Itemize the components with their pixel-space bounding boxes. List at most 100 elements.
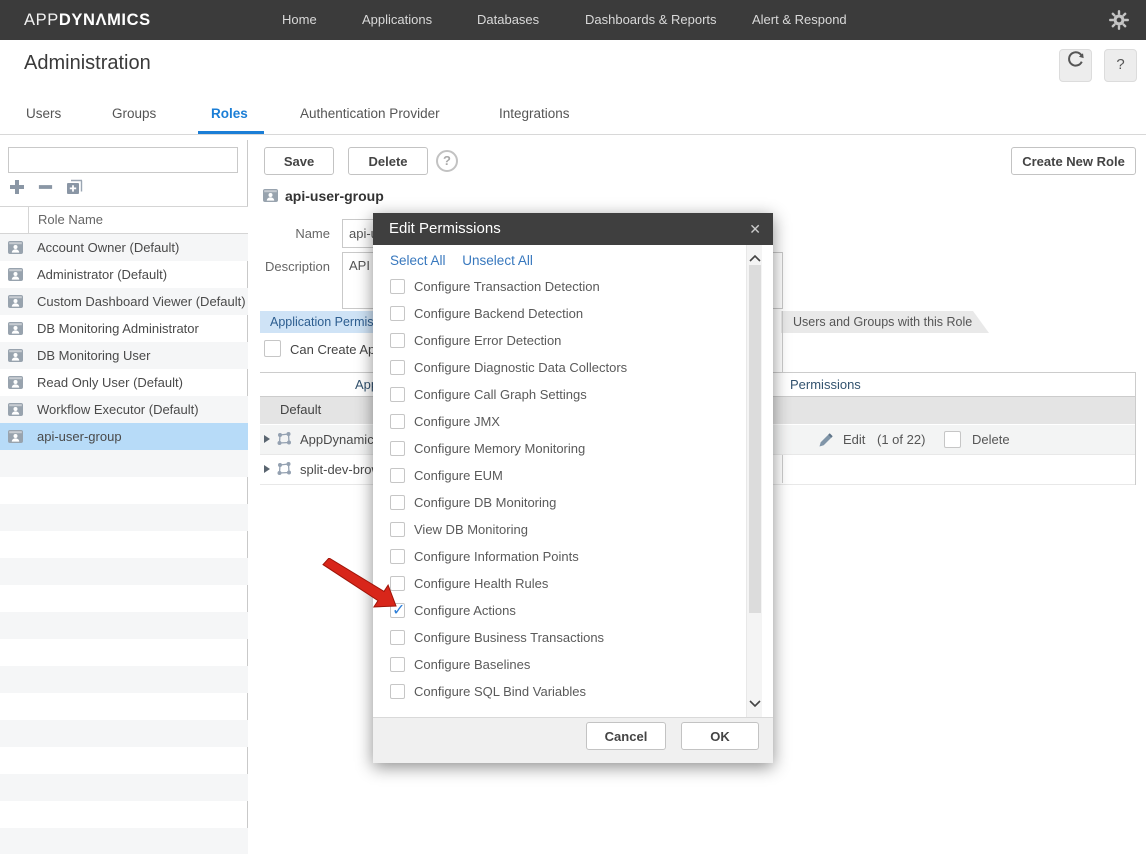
permission-checkbox[interactable] xyxy=(390,333,405,348)
permission-checkbox[interactable] xyxy=(390,468,405,483)
permission-row[interactable]: Configure Business Transactions xyxy=(390,624,710,651)
permission-checkbox[interactable] xyxy=(390,306,405,321)
modal-scrollbar[interactable] xyxy=(746,245,762,718)
remove-role-icon[interactable] xyxy=(37,178,54,196)
delete-button[interactable]: Delete xyxy=(348,147,428,175)
nav-home[interactable]: Home xyxy=(282,0,317,40)
permission-row[interactable]: Configure DB Monitoring xyxy=(390,489,710,516)
role-name: api-user-group xyxy=(37,429,122,444)
edit-pencil-icon[interactable] xyxy=(818,432,834,451)
ok-button[interactable]: OK xyxy=(681,722,759,750)
permission-row[interactable]: Configure Health Rules xyxy=(390,570,710,597)
tab-authentication-provider[interactable]: Authentication Provider xyxy=(300,96,440,132)
nav-databases[interactable]: Databases xyxy=(477,0,539,40)
user-role-icon xyxy=(8,295,23,308)
role-row-empty xyxy=(0,801,248,828)
role-search-input[interactable] xyxy=(8,147,238,173)
can-create-applications-checkbox[interactable] xyxy=(264,340,281,357)
role-row[interactable]: Administrator (Default) xyxy=(0,261,248,288)
nav-dashboards-reports[interactable]: Dashboards & Reports xyxy=(585,0,717,40)
nav-alert-respond[interactable]: Alert & Respond xyxy=(752,0,847,40)
tab-groups[interactable]: Groups xyxy=(112,96,156,132)
edit-permissions-link[interactable]: Edit xyxy=(843,425,865,454)
role-row[interactable]: Workflow Executor (Default) xyxy=(0,396,248,423)
role-name: Workflow Executor (Default) xyxy=(37,402,199,417)
nav-applications[interactable]: Applications xyxy=(362,0,432,40)
permission-checkbox[interactable] xyxy=(390,603,405,618)
duplicate-role-icon[interactable] xyxy=(65,178,85,196)
expand-caret-icon[interactable] xyxy=(264,435,270,443)
permission-label: Configure JMX xyxy=(414,414,500,429)
permission-checkbox[interactable] xyxy=(390,279,405,294)
role-row[interactable]: DB Monitoring Administrator xyxy=(0,315,248,342)
permission-checkbox[interactable] xyxy=(390,657,405,672)
permission-row[interactable]: Configure Error Detection xyxy=(390,327,710,354)
tab-users-groups-with-role[interactable]: Users and Groups with this Role xyxy=(781,311,989,333)
role-name-column-header[interactable]: Role Name xyxy=(38,207,103,233)
permission-checkbox[interactable] xyxy=(390,630,405,645)
permission-checkbox[interactable] xyxy=(390,522,405,537)
permission-label: View DB Monitoring xyxy=(414,522,528,537)
role-row[interactable]: Custom Dashboard Viewer (Default) xyxy=(0,288,248,315)
permission-checkbox[interactable] xyxy=(390,360,405,375)
role-row-empty xyxy=(0,747,248,774)
permission-row[interactable]: Configure Baselines xyxy=(390,651,710,678)
permission-row[interactable]: Configure Transaction Detection xyxy=(390,273,710,300)
permissions-column-header[interactable]: Permissions xyxy=(790,373,861,396)
permission-row[interactable]: Configure EUM xyxy=(390,462,710,489)
role-row[interactable]: DB Monitoring User xyxy=(0,342,248,369)
permission-row[interactable]: Configure JMX xyxy=(390,408,710,435)
delete-permission-checkbox[interactable] xyxy=(944,431,961,448)
modal-header[interactable]: Edit Permissions ✕ xyxy=(373,213,773,245)
application-name: split-dev-brow xyxy=(300,455,381,484)
permission-row[interactable]: View DB Monitoring xyxy=(390,516,710,543)
permission-label: Configure Error Detection xyxy=(414,333,561,348)
role-row[interactable]: Read Only User (Default) xyxy=(0,369,248,396)
permission-label: Configure Diagnostic Data Collectors xyxy=(414,360,627,375)
permission-checkbox[interactable] xyxy=(390,684,405,699)
permission-checkbox[interactable] xyxy=(390,414,405,429)
permission-checkbox[interactable] xyxy=(390,549,405,564)
permission-checkbox[interactable] xyxy=(390,576,405,591)
scroll-down-icon[interactable] xyxy=(749,695,761,713)
permission-row[interactable]: Configure Backend Detection xyxy=(390,300,710,327)
help-button[interactable]: ? xyxy=(1104,49,1137,82)
save-button[interactable]: Save xyxy=(264,147,334,175)
permission-label: Configure Backend Detection xyxy=(414,306,583,321)
permission-row[interactable]: Configure SQL Bind Variables xyxy=(390,678,710,705)
tab-integrations[interactable]: Integrations xyxy=(499,96,570,132)
delete-permission-label: Delete xyxy=(972,425,1010,454)
tab-roles[interactable]: Roles xyxy=(211,96,248,132)
cancel-button[interactable]: Cancel xyxy=(586,722,666,750)
scrollbar-thumb[interactable] xyxy=(749,265,761,613)
role-help-icon[interactable]: ? xyxy=(436,150,458,172)
permission-label: Configure Baselines xyxy=(414,657,530,672)
permission-row[interactable]: Configure Information Points xyxy=(390,543,710,570)
close-icon[interactable]: ✕ xyxy=(749,213,761,245)
tab-users[interactable]: Users xyxy=(26,96,61,132)
permission-row[interactable]: Configure Actions xyxy=(390,597,710,624)
add-role-icon[interactable] xyxy=(8,178,26,196)
permission-row[interactable]: Configure Diagnostic Data Collectors xyxy=(390,354,710,381)
settings-gear-icon[interactable] xyxy=(1108,9,1130,36)
user-role-icon xyxy=(8,322,23,335)
application-icon xyxy=(276,431,292,450)
create-new-role-button[interactable]: Create New Role xyxy=(1011,147,1136,175)
role-name: Custom Dashboard Viewer (Default) xyxy=(37,294,246,309)
permission-row[interactable]: Configure Memory Monitoring xyxy=(390,435,710,462)
permission-row[interactable]: Configure Call Graph Settings xyxy=(390,381,710,408)
role-row[interactable]: api-user-group xyxy=(0,423,248,450)
role-row-empty xyxy=(0,585,248,612)
select-all-link[interactable]: Select All xyxy=(390,253,446,268)
expand-caret-icon[interactable] xyxy=(264,465,270,473)
role-row-empty xyxy=(0,774,248,801)
role-row[interactable]: Account Owner (Default) xyxy=(0,234,248,261)
permission-checkbox[interactable] xyxy=(390,387,405,402)
appdynamics-logo[interactable]: APPDYNΛMICS xyxy=(24,0,151,40)
permission-checkbox[interactable] xyxy=(390,441,405,456)
permission-checkbox[interactable] xyxy=(390,495,405,510)
permission-label: Configure Transaction Detection xyxy=(414,279,600,294)
role-name: Account Owner (Default) xyxy=(37,240,179,255)
refresh-button[interactable] xyxy=(1059,49,1092,82)
unselect-all-link[interactable]: Unselect All xyxy=(462,253,533,268)
